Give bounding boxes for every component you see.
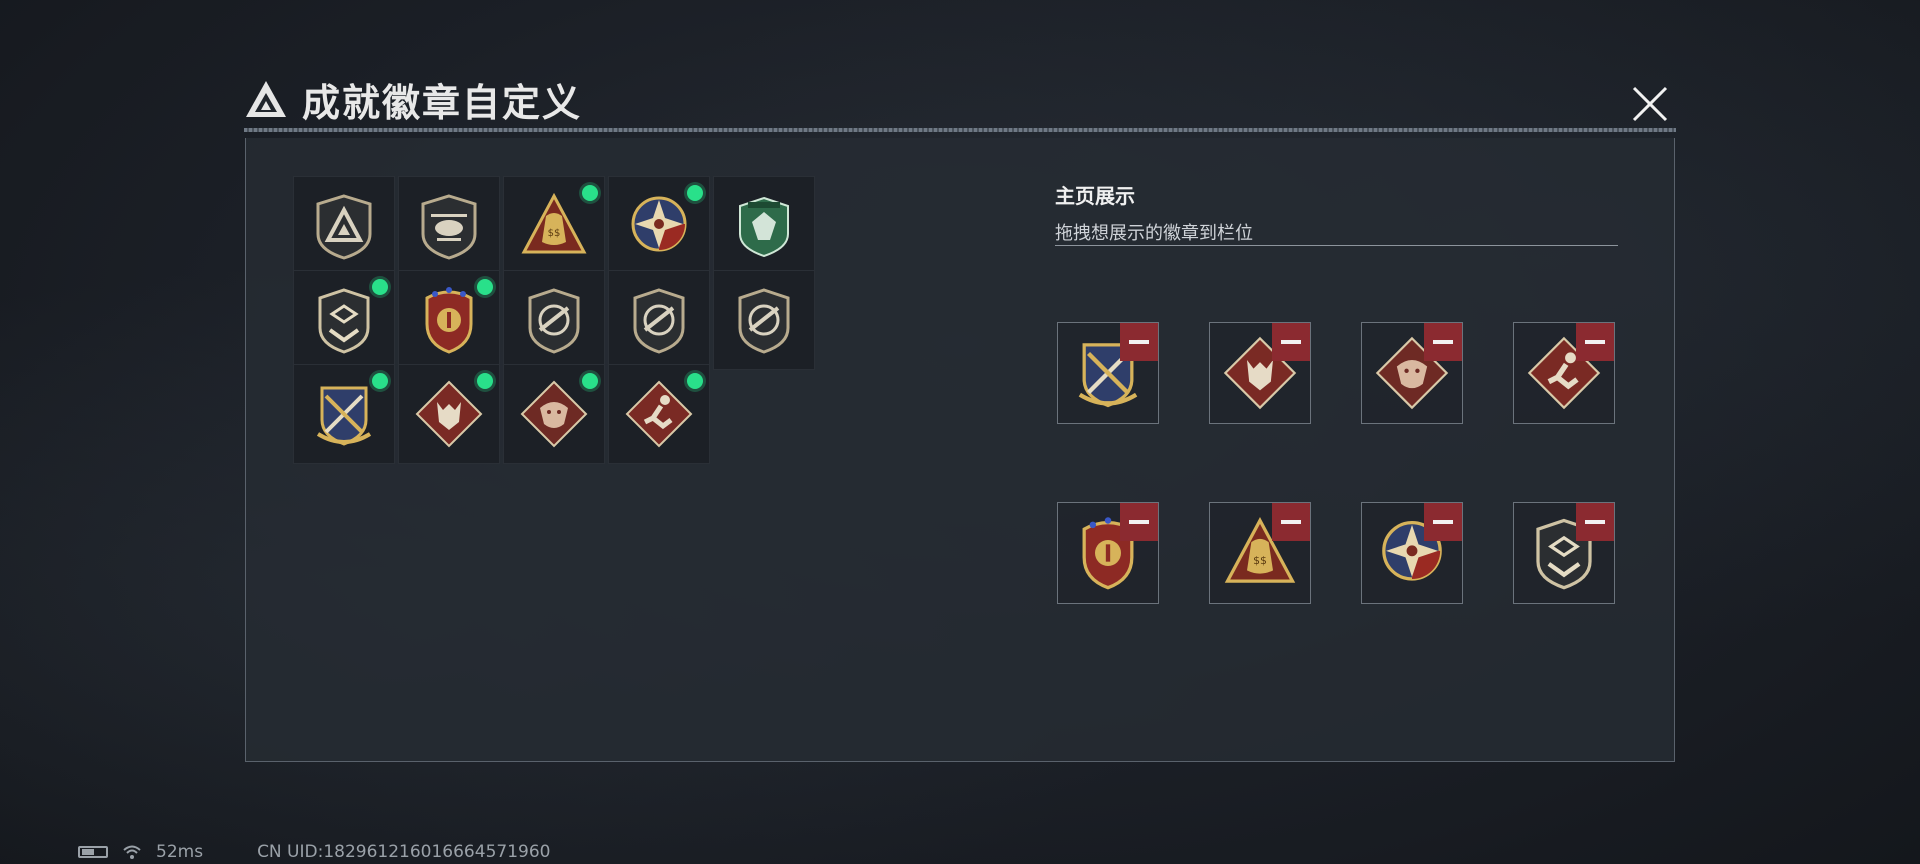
battery-icon — [78, 846, 108, 858]
equipped-indicator — [477, 373, 493, 389]
wolf-diamond-badge-icon — [415, 380, 483, 448]
remove-badge-button[interactable] — [1120, 323, 1158, 361]
remove-badge-button[interactable] — [1272, 323, 1310, 361]
equipped-indicator — [582, 373, 598, 389]
showcase-slot[interactable] — [1209, 322, 1311, 424]
green-gem-badge-icon — [739, 196, 789, 258]
title-bar: 成就徽章自定义 — [244, 74, 583, 125]
remove-badge-button[interactable] — [1120, 503, 1158, 541]
remove-badge-button[interactable] — [1576, 323, 1614, 361]
showcase-subtitle: 拖拽想展示的徽章到栏位 — [1055, 223, 1253, 244]
page-title: 成就徽章自定义 — [302, 80, 583, 125]
gun-shield-badge-icon — [528, 288, 580, 354]
showcase-slot[interactable] — [1057, 322, 1159, 424]
showcase-slot[interactable] — [1513, 322, 1615, 424]
equipped-indicator — [477, 279, 493, 295]
equipped-indicator — [687, 185, 703, 201]
equipped-indicator — [372, 373, 388, 389]
badge-cell[interactable] — [713, 176, 815, 276]
badge-cell[interactable] — [503, 270, 605, 370]
gun-shield-badge-icon — [738, 288, 790, 354]
showcase-slot[interactable] — [1057, 502, 1159, 604]
badge-cell[interactable] — [293, 176, 395, 276]
badge-cell[interactable] — [608, 270, 710, 370]
showcase-header: 主页展示 拖拽想展示的徽章到栏位 — [1055, 180, 1253, 245]
equipped-indicator — [687, 373, 703, 389]
heli-shield-badge-icon — [421, 194, 477, 260]
badge-cell[interactable] — [608, 176, 710, 276]
eagle-crest-badge-icon — [425, 287, 473, 354]
showcase-slot[interactable] — [1513, 502, 1615, 604]
dragon-diamond-badge-icon — [520, 380, 588, 448]
showcase-slot[interactable] — [1361, 322, 1463, 424]
gun-shield-badge-icon — [633, 288, 685, 354]
triangle-logo-icon — [246, 81, 286, 117]
remove-badge-button[interactable] — [1272, 503, 1310, 541]
showcase-divider — [1055, 245, 1618, 246]
badge-cell[interactable] — [293, 270, 395, 370]
chevron-shield-badge-icon — [318, 288, 370, 354]
status-bar: 52ms CN UID:182961216016664571960 — [78, 842, 550, 862]
tri-shield-badge-icon — [316, 194, 372, 260]
remove-badge-button[interactable] — [1424, 323, 1462, 361]
badge-cell[interactable] — [713, 270, 815, 370]
badge-cell[interactable] — [503, 364, 605, 464]
showcase-title: 主页展示 — [1055, 184, 1135, 208]
title-divider — [244, 128, 1676, 132]
badge-cell[interactable] — [398, 364, 500, 464]
remove-badge-button[interactable] — [1576, 503, 1614, 541]
close-icon[interactable] — [1628, 82, 1672, 126]
wifi-icon — [123, 845, 141, 859]
crossed-blades-badge-icon — [316, 386, 372, 446]
svg-text:$$: $$ — [1253, 554, 1267, 567]
showcase-slot[interactable]: $$ — [1209, 502, 1311, 604]
showcase-slot[interactable] — [1361, 502, 1463, 604]
badge-cell[interactable] — [608, 364, 710, 464]
badge-cell[interactable] — [293, 364, 395, 464]
ping-text: 52ms — [156, 842, 204, 862]
badge-cell[interactable] — [398, 270, 500, 370]
runner-diamond-badge-icon — [625, 380, 693, 448]
star-compass-badge-icon — [631, 196, 687, 252]
badge-cell[interactable]: $$ — [503, 176, 605, 276]
uid-text: CN UID:182961216016664571960 — [257, 842, 551, 862]
badge-cell[interactable] — [398, 176, 500, 276]
moneybag-badge-icon: $$ — [521, 192, 587, 254]
remove-badge-button[interactable] — [1424, 503, 1462, 541]
equipped-indicator — [582, 185, 598, 201]
svg-text:$$: $$ — [548, 228, 561, 239]
equipped-indicator — [372, 279, 388, 295]
